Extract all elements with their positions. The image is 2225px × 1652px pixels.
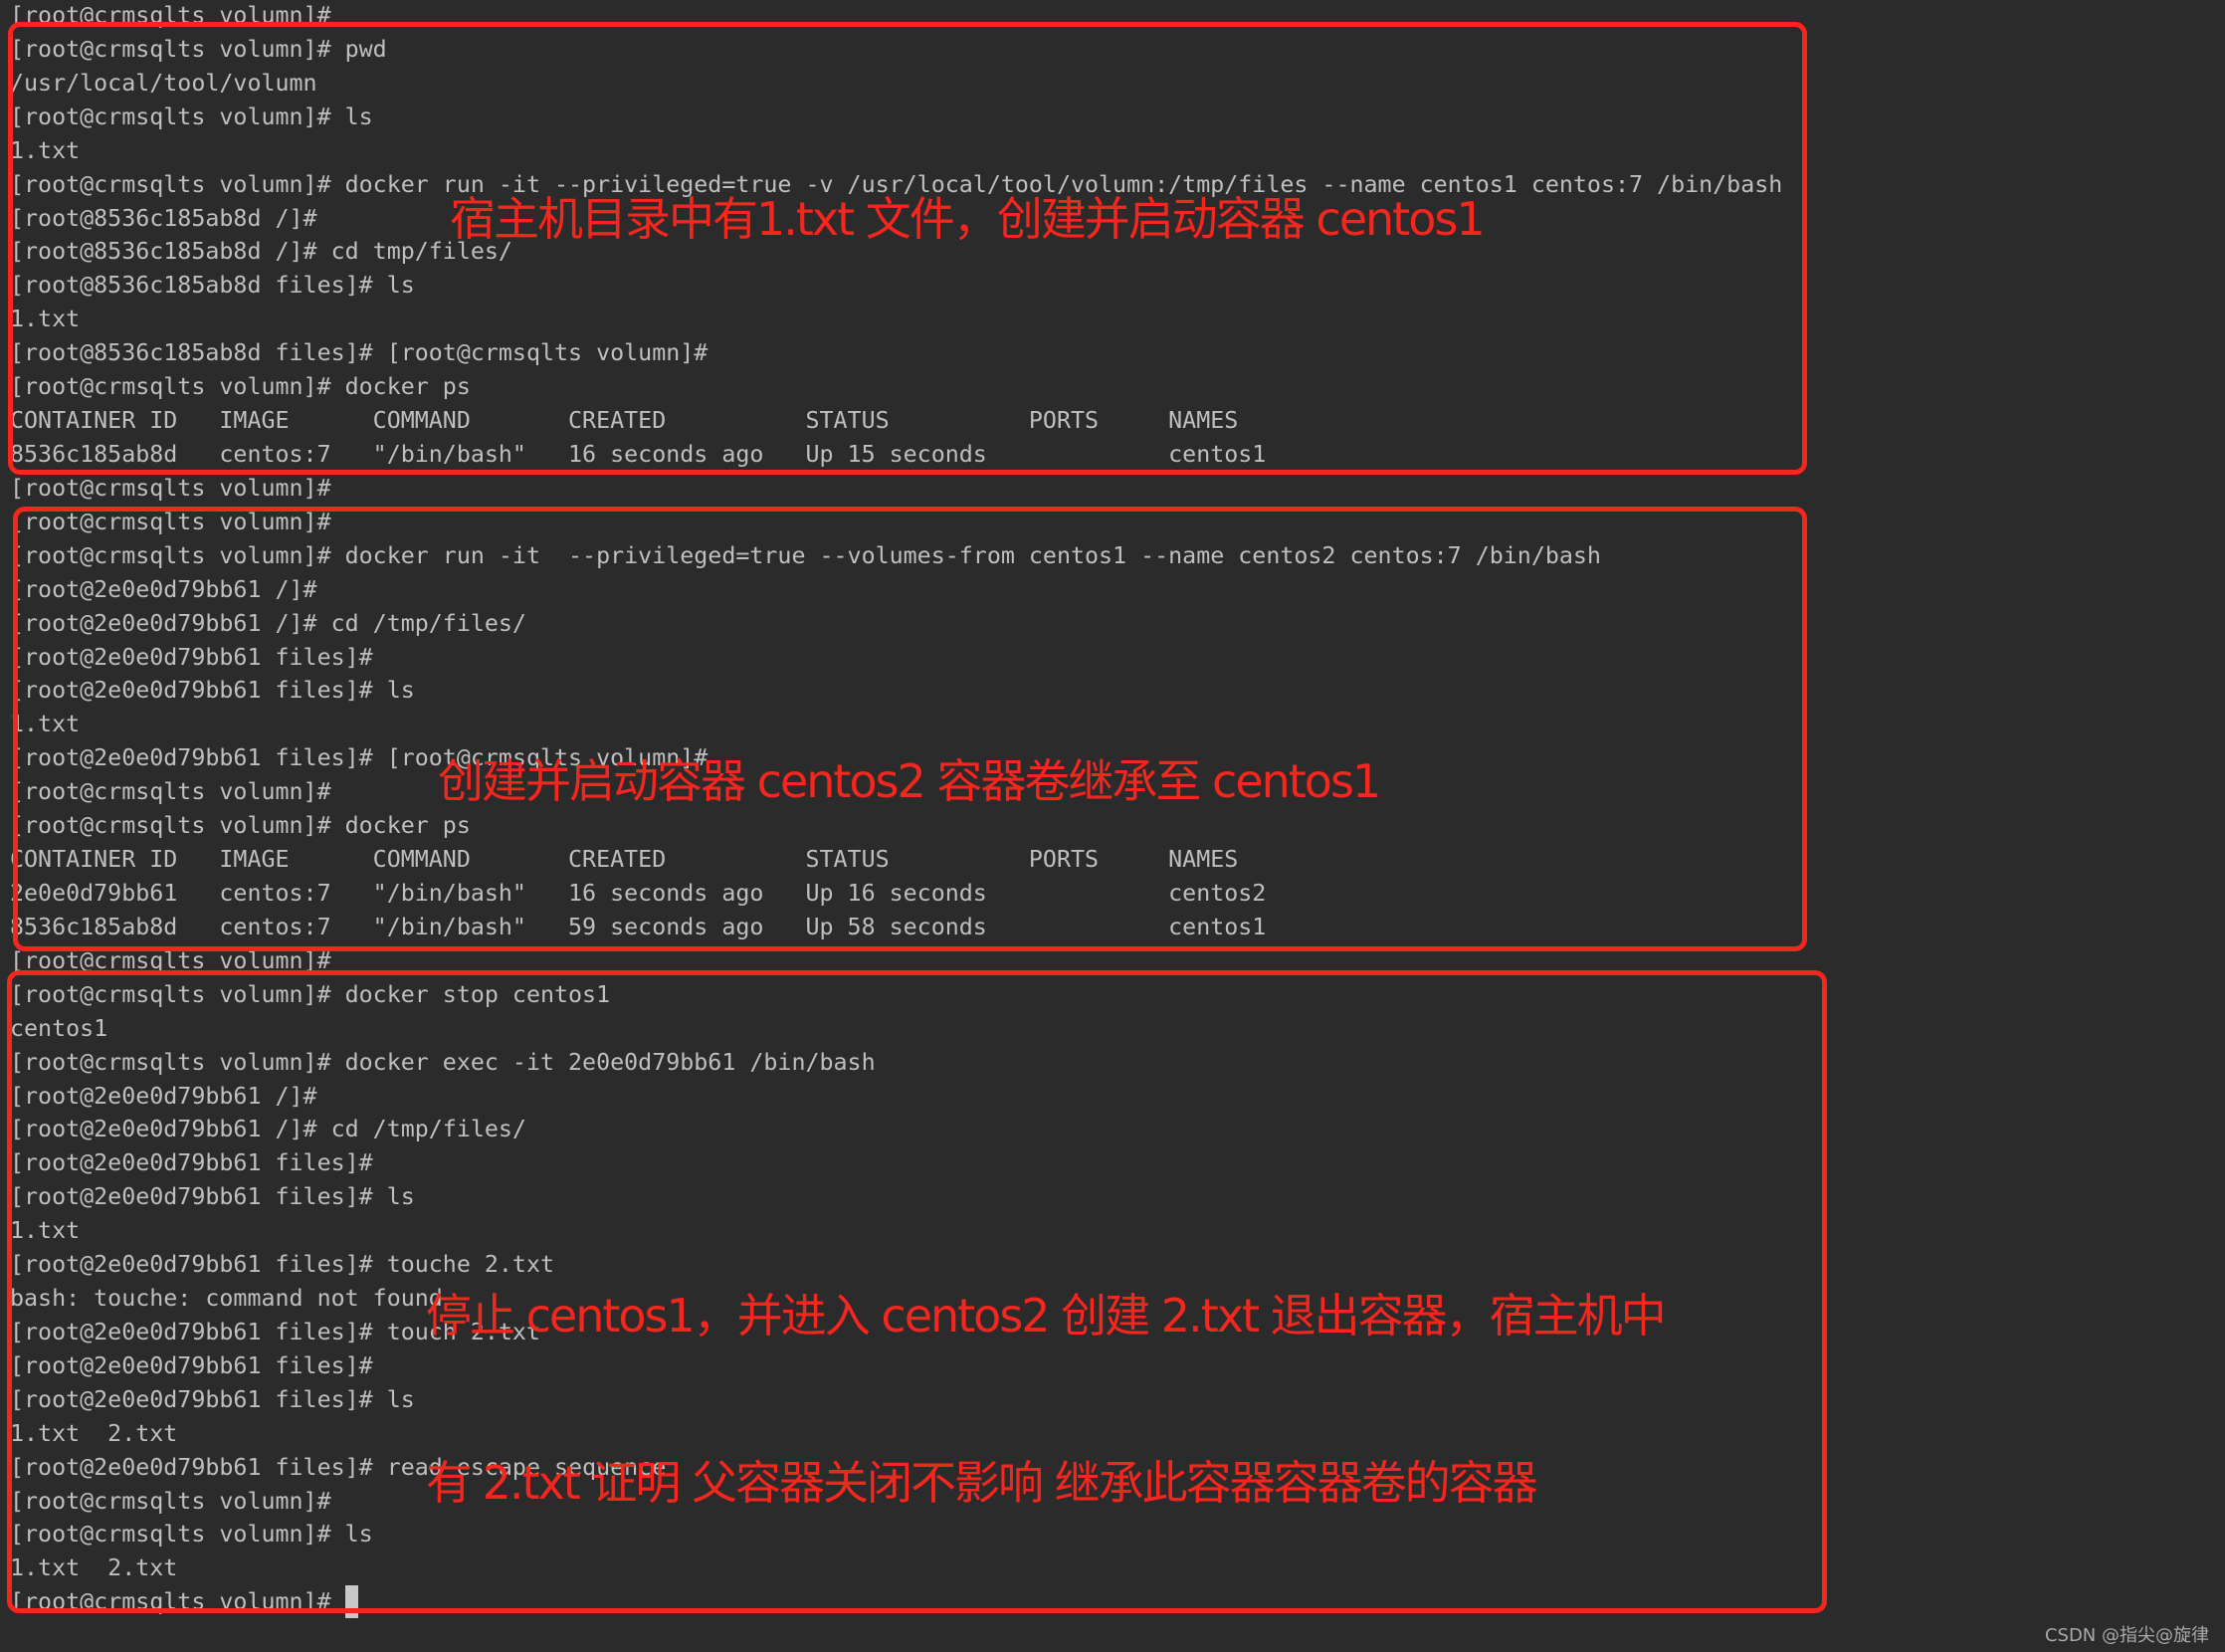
terminal-line-text: [root@crmsqlts volumn]# bbox=[10, 508, 331, 535]
terminal-line-text: 8536c185ab8d centos:7 "/bin/bash" 59 sec… bbox=[10, 913, 1267, 940]
terminal-line-text: [root@2e0e0d79bb61 files]# ls bbox=[10, 1385, 415, 1413]
terminal-line-text: 1.txt 2.txt bbox=[10, 1554, 178, 1582]
terminal-line: 2e0e0d79bb61 centos:7 "/bin/bash" 16 sec… bbox=[10, 877, 2225, 911]
terminal-line-text: [root@crmsqlts volumn]# docker stop cent… bbox=[10, 980, 611, 1008]
annotation-line: 创建并启动容器 centos2 容器卷继承至 centos1 bbox=[438, 754, 1381, 808]
terminal-line-text: [root@crmsqlts volumn]# pwd bbox=[10, 35, 387, 63]
terminal-line: 8536c185ab8d centos:7 "/bin/bash" 16 sec… bbox=[10, 438, 2225, 472]
terminal-line-text: 2e0e0d79bb61 centos:7 "/bin/bash" 16 sec… bbox=[10, 879, 1267, 907]
terminal-line-text: [root@2e0e0d79bb61 files]# bbox=[10, 643, 373, 671]
terminal-line-text: [root@8536c185ab8d files]# [root@crmsqlt… bbox=[10, 339, 708, 367]
terminal-line: [root@crmsqlts volumn]# bbox=[10, 472, 2225, 506]
text-cursor bbox=[344, 1585, 358, 1619]
terminal-line-text: [root@8536c185ab8d files]# ls bbox=[10, 272, 415, 300]
terminal-line: [root@crmsqlts volumn]# docker stop cent… bbox=[10, 978, 2225, 1012]
terminal-line-text: 1.txt bbox=[10, 1217, 81, 1245]
terminal-line: [root@crmsqlts volumn]# bbox=[10, 506, 2225, 539]
terminal-line-text: [root@crmsqlts volumn]# docker run -it -… bbox=[10, 541, 1601, 569]
terminal-line-text: [root@crmsqlts volumn]# ls bbox=[10, 103, 373, 130]
terminal-line: 1.txt bbox=[10, 303, 2225, 336]
terminal-line-text: centos1 bbox=[10, 1014, 108, 1042]
terminal-line: [root@crmsqlts volumn]# bbox=[10, 944, 2225, 978]
terminal-line-text: /usr/local/tool/volumn bbox=[10, 69, 317, 97]
terminal-line-text: 1.txt bbox=[10, 306, 81, 333]
terminal-line-text: 1.txt bbox=[10, 136, 81, 164]
annotation-step-2: 创建并启动容器 centos2 容器卷继承至 centos1 bbox=[438, 642, 1381, 865]
terminal-line-text: [root@8536c185ab8d /]# bbox=[10, 204, 317, 232]
terminal-line-text: [root@crmsqlts volumn]# docker ps bbox=[10, 373, 471, 401]
terminal-line-text: [root@2e0e0d79bb61 files]# ls bbox=[10, 677, 415, 705]
terminal-line-text: [root@crmsqlts volumn]# ls bbox=[10, 1521, 373, 1549]
terminal-line: [root@crmsqlts volumn]# bbox=[10, 0, 2225, 33]
terminal-line-text: [root@2e0e0d79bb61 files]# bbox=[10, 1149, 373, 1177]
terminal-line: centos1 bbox=[10, 1012, 2225, 1046]
terminal-line: [root@2e0e0d79bb61 /]# cd /tmp/files/ bbox=[10, 607, 2225, 641]
terminal-line-text: [root@crmsqlts volumn]# bbox=[10, 1588, 345, 1616]
terminal-line-text: [root@crmsqlts volumn]# bbox=[10, 1487, 331, 1515]
terminal-line-text: [root@2e0e0d79bb61 /]# bbox=[10, 1082, 317, 1110]
terminal-line-text: [root@crmsqlts volumn]# bbox=[10, 778, 331, 806]
terminal-line-text: [root@2e0e0d79bb61 files]# bbox=[10, 1351, 373, 1379]
terminal-line: CONTAINER ID IMAGE COMMAND CREATED STATU… bbox=[10, 404, 2225, 438]
terminal-line: [root@2e0e0d79bb61 /]# bbox=[10, 1080, 2225, 1114]
terminal-line-text: 8536c185ab8d centos:7 "/bin/bash" 16 sec… bbox=[10, 440, 1267, 468]
terminal-line-text: 1.txt 2.txt bbox=[10, 1419, 178, 1447]
terminal-line-text: bash: touche: command not found bbox=[10, 1285, 443, 1313]
terminal-line-text: [root@crmsqlts volumn]# bbox=[10, 474, 331, 502]
terminal-line: [root@crmsqlts volumn]# docker exec -it … bbox=[10, 1046, 2225, 1080]
terminal-line-text: CONTAINER ID IMAGE COMMAND CREATED STATU… bbox=[10, 407, 1239, 435]
terminal-line-text: [root@2e0e0d79bb61 /]# bbox=[10, 575, 317, 603]
terminal-line: 8536c185ab8d centos:7 "/bin/bash" 59 sec… bbox=[10, 911, 2225, 944]
annotation-line: 停止 centos1，并进入 centos2 创建 2.txt 退出容器，宿主机… bbox=[426, 1289, 1667, 1342]
terminal-line: [root@crmsqlts volumn]# docker run -it -… bbox=[10, 539, 2225, 573]
terminal-line-text: [root@2e0e0d79bb61 files]# ls bbox=[10, 1183, 415, 1211]
terminal-line-text: [root@crmsqlts volumn]# docker ps bbox=[10, 812, 471, 840]
terminal-line-text: 1.txt bbox=[10, 711, 81, 738]
terminal-line: [root@crmsqlts volumn]# pwd bbox=[10, 33, 2225, 67]
terminal-line-text: [root@crmsqlts volumn]# docker exec -it … bbox=[10, 1048, 876, 1076]
annotation-line: 宿主机目录中有1.txt 文件，创建并启动容器 centos1 bbox=[450, 192, 1486, 246]
terminal-line: [root@2e0e0d79bb61 /]# cd /tmp/files/ bbox=[10, 1113, 2225, 1146]
terminal-line: [root@8536c185ab8d files]# [root@crmsqlt… bbox=[10, 336, 2225, 370]
terminal-line: [root@2e0e0d79bb61 /]# bbox=[10, 573, 2225, 607]
terminal-line-text: [root@2e0e0d79bb61 /]# cd /tmp/files/ bbox=[10, 609, 526, 637]
annotation-line: 有 2.txt 证明 父容器关闭不影响 继承此容器容器卷的容器 bbox=[426, 1456, 1538, 1510]
terminal-line: [root@crmsqlts volumn]# bbox=[10, 1585, 2225, 1619]
watermark: CSDN @指尖@旋律 bbox=[2044, 1625, 2209, 1646]
terminal-line-text: [root@2e0e0d79bb61 /]# cd /tmp/files/ bbox=[10, 1116, 526, 1143]
terminal-line: [root@crmsqlts volumn]# docker ps bbox=[10, 370, 2225, 404]
terminal-line-text: [root@8536c185ab8d /]# cd tmp/files/ bbox=[10, 238, 512, 266]
annotation-step-1: 宿主机目录中有1.txt 文件，创建并启动容器 centos1 bbox=[450, 80, 1486, 303]
annotation-step-3: 停止 centos1，并进入 centos2 创建 2.txt 退出容器，宿主机… bbox=[426, 1176, 1667, 1566]
terminal-line-text: [root@crmsqlts volumn]# bbox=[10, 2, 331, 29]
terminal-line-text: [root@crmsqlts volumn]# bbox=[10, 946, 331, 974]
